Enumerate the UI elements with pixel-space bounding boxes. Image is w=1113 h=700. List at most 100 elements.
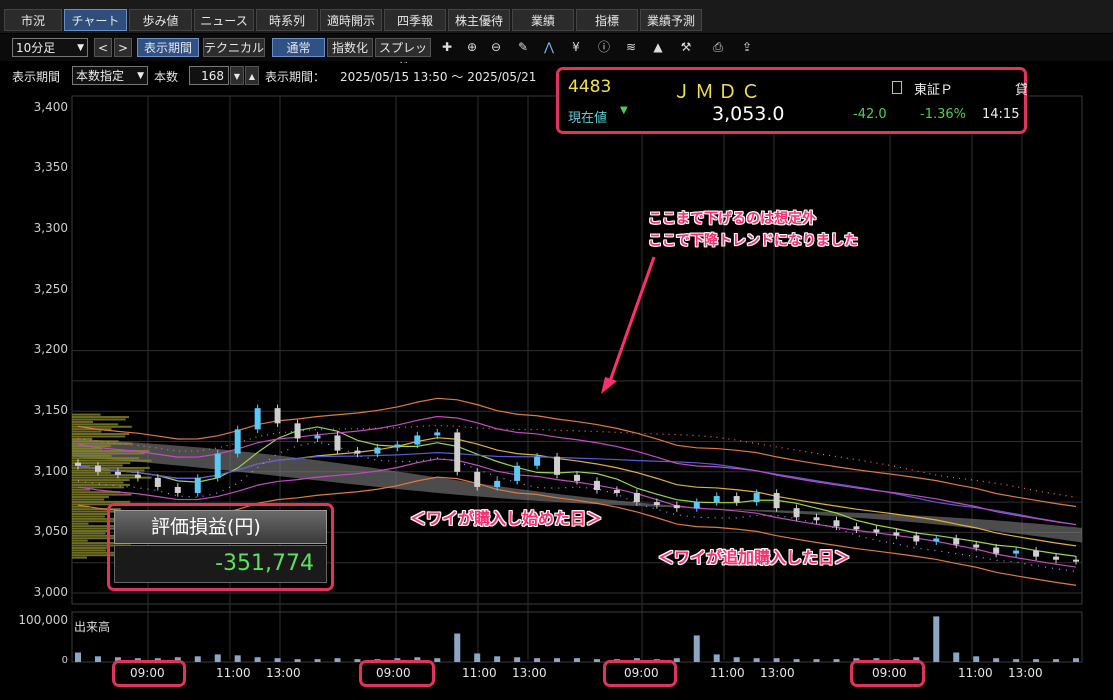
candle-body xyxy=(853,526,860,530)
candle-body xyxy=(114,471,121,475)
volume-profile-bar xyxy=(72,546,107,549)
x-axis-label: 13:00 xyxy=(266,666,301,680)
candle-body xyxy=(214,453,221,478)
candle-body xyxy=(534,456,541,466)
zoom-out-icon[interactable]: ⊖ xyxy=(486,38,506,57)
highlight-box xyxy=(603,660,677,687)
down-triangle-icon: ▼ xyxy=(620,105,628,116)
tab-tick[interactable]: 歩み値 xyxy=(129,9,192,31)
candle-body xyxy=(414,435,421,445)
tab-market[interactable]: 市況 xyxy=(4,9,62,31)
annotation-start-buy: ＜ワイが購入し始めた日＞ xyxy=(410,509,603,528)
tab-earnings[interactable]: 業績 xyxy=(512,9,574,31)
margin-label-cut: 貸 xyxy=(1015,83,1029,98)
current-price: 3,053.0 xyxy=(712,103,785,125)
count-input[interactable]: 168 xyxy=(189,66,229,85)
volume-profile-bar xyxy=(72,529,108,532)
volume-bar xyxy=(813,659,820,662)
normal-button[interactable]: 通常 xyxy=(272,38,325,57)
volume-bar xyxy=(434,658,441,662)
zoom-in-icon[interactable]: ⊕ xyxy=(462,38,482,57)
stock-name: ＪＭＤＣ xyxy=(672,81,765,103)
volume-bars xyxy=(75,616,1079,662)
volume-profile-bar xyxy=(72,418,126,421)
tab-timeseries[interactable]: 時系列 xyxy=(256,9,318,31)
volume-bar xyxy=(1033,659,1040,662)
candle-body xyxy=(134,474,141,478)
candle-body xyxy=(94,465,101,472)
x-axis-label: 11:00 xyxy=(710,666,745,680)
quote-panel: 4483 ＪＭＤＣ 東証Ｐ 貸 現在値 ▼ 3,053.0 -42.0 -1.3… xyxy=(556,67,1029,134)
volume-bar xyxy=(554,658,561,662)
next-button[interactable]: > xyxy=(114,38,132,57)
period-mode-select[interactable]: 本数指定 ▼ xyxy=(72,66,148,85)
tab-bar: 市況 チャート 歩み値 ニュース 時系列 適時開示 四季報 株主優待 業績 指標… xyxy=(0,0,1113,33)
volume-bar xyxy=(254,657,261,662)
tab-news[interactable]: ニュース xyxy=(194,9,254,31)
volume-axis-label: 100,000 xyxy=(18,613,68,627)
tab-shikiho[interactable]: 四季報 xyxy=(384,9,446,31)
tab-forecast[interactable]: 業績予測 xyxy=(640,9,702,31)
pencil-icon[interactable]: ✎ xyxy=(513,38,533,57)
volume-bar xyxy=(713,654,720,662)
volume-bar xyxy=(294,659,301,662)
volume-profile-bar xyxy=(72,483,131,486)
y-axis-label: 3,350 xyxy=(33,160,68,174)
technical-button[interactable]: テクニカル xyxy=(203,38,265,57)
tab-indicators[interactable]: 指標 xyxy=(576,9,638,31)
candle-body xyxy=(973,544,980,548)
tab-chart[interactable]: チャート xyxy=(64,9,127,31)
range-label: 表示期間： xyxy=(265,70,326,84)
volume-profile-bar xyxy=(72,513,109,516)
tab-disclosure[interactable]: 適時開示 xyxy=(320,9,382,31)
interval-select[interactable]: 10分足 ▼ xyxy=(12,38,88,57)
price-change: -42.0 xyxy=(853,107,887,122)
candle-body xyxy=(873,529,880,533)
volume-profile-bar xyxy=(72,493,132,496)
prev-button[interactable]: < xyxy=(94,38,112,57)
volume-bar xyxy=(314,659,321,662)
display-period-button[interactable]: 表示期間 xyxy=(137,38,199,57)
pnl-value: -351,774 xyxy=(114,545,327,583)
candle-body xyxy=(813,517,820,521)
info-icon[interactable]: ⓘ xyxy=(594,38,614,57)
wrench-icon[interactable]: ⚒ xyxy=(676,38,696,57)
candle-body xyxy=(394,444,401,448)
document-icon[interactable] xyxy=(892,81,902,94)
spread-button[interactable]: スプレッド xyxy=(375,38,431,74)
volume-bar xyxy=(833,659,840,662)
tab-benefits[interactable]: 株主優待 xyxy=(448,9,510,31)
volume-bar xyxy=(1013,659,1020,662)
candle-body xyxy=(374,447,381,454)
candle-body xyxy=(913,535,920,542)
volume-zero-label: 0 xyxy=(61,655,68,666)
dropdown-arrow-icon: ▼ xyxy=(77,43,84,53)
volume-profile-bar xyxy=(72,437,93,440)
candle-body xyxy=(693,502,700,509)
volume-bar xyxy=(334,658,341,662)
price-change-pct: -1.36% xyxy=(920,107,966,122)
y-axis-label: 3,100 xyxy=(33,464,68,478)
candle-body xyxy=(354,450,361,454)
candle-body xyxy=(454,432,461,472)
volume-profile-bar xyxy=(72,440,119,443)
volume-profile-bar xyxy=(72,515,105,518)
volume-bar xyxy=(454,633,461,662)
crosshair-icon[interactable]: ✚ xyxy=(437,38,457,57)
candle-body xyxy=(733,496,740,503)
index-button[interactable]: 指数化 xyxy=(327,38,373,57)
area-chart-icon[interactable]: ▲ xyxy=(648,38,668,57)
yen-icon[interactable]: ¥ xyxy=(566,38,586,57)
volume-profile-bar xyxy=(72,457,140,460)
count-up-icon[interactable]: ▲ xyxy=(245,66,259,85)
export-icon[interactable]: ⇪ xyxy=(737,38,757,57)
count-down-icon[interactable]: ▼ xyxy=(230,66,244,85)
candle-body xyxy=(753,493,760,503)
print-icon[interactable]: ⎙ xyxy=(708,38,728,57)
trend-line-icon[interactable]: ⋀ xyxy=(539,38,559,57)
moving-average-icon[interactable]: ≋ xyxy=(621,38,641,57)
volume-bar xyxy=(214,654,221,662)
price-chart[interactable] xyxy=(0,89,1113,700)
candle-body xyxy=(613,489,620,494)
volume-bar xyxy=(474,653,481,662)
